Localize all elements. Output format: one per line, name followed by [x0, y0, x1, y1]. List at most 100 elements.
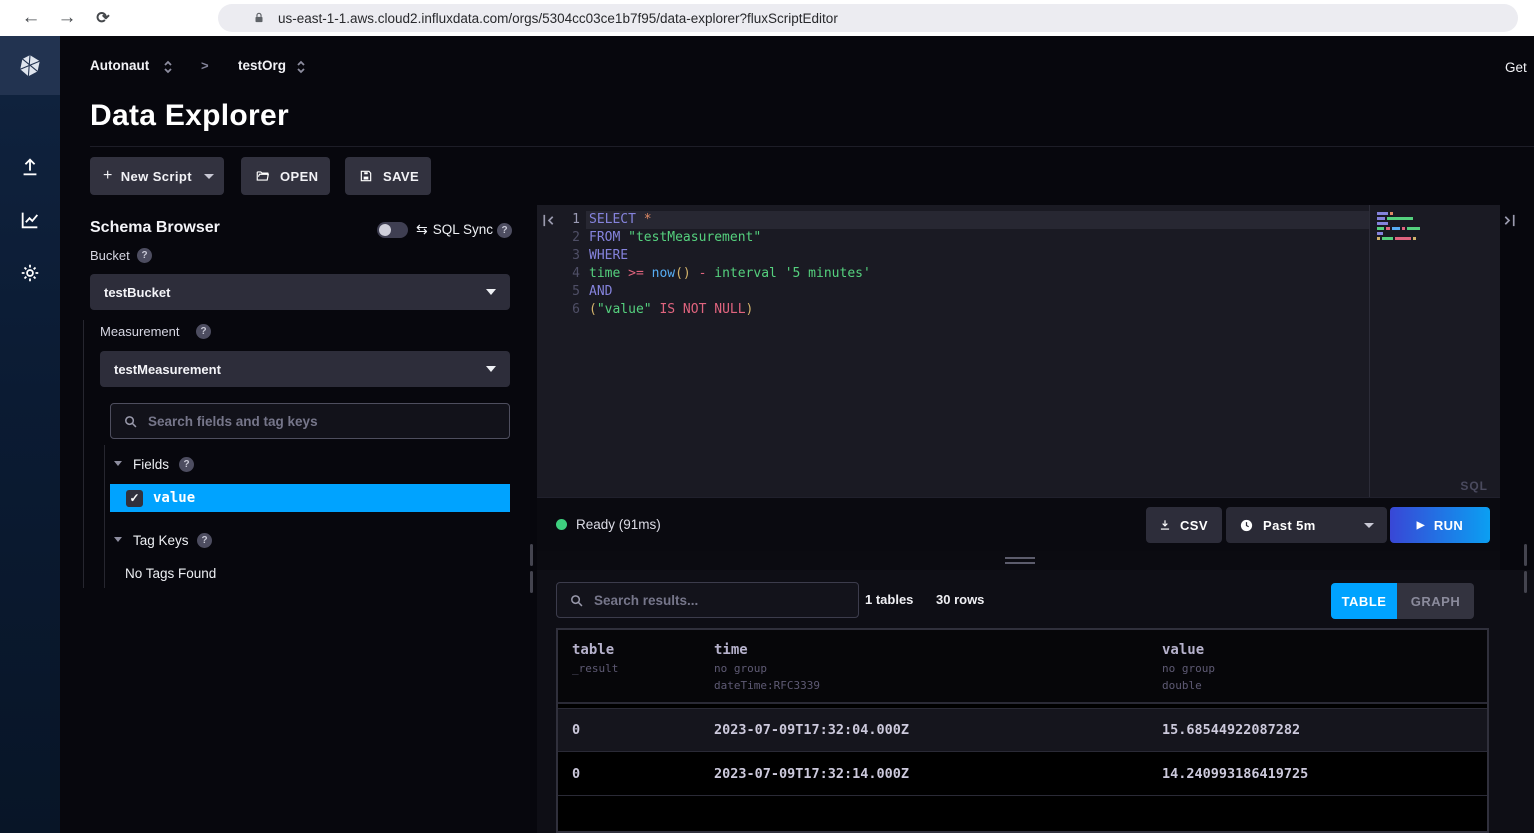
get-link[interactable]: Get [1505, 60, 1527, 75]
panel-resize-handle-right[interactable] [1524, 544, 1527, 593]
run-query-button[interactable]: ▶ RUN [1390, 507, 1490, 543]
clock-icon [1239, 518, 1254, 533]
sync-arrows-icon: ⇆ [416, 221, 428, 237]
app-sidebar: ? [0, 36, 60, 833]
csv-download-button[interactable]: CSV [1146, 507, 1222, 543]
measurement-value: testMeasurement [114, 362, 486, 377]
save-label: SAVE [383, 169, 419, 184]
chevron-down-icon [486, 366, 496, 372]
sql-sync-toggle[interactable] [377, 222, 408, 238]
new-script-button[interactable]: + New Script [90, 157, 224, 195]
indent-guide [104, 445, 105, 588]
save-disk-icon [359, 169, 373, 183]
lock-icon [252, 11, 266, 25]
time-range-dropdown[interactable]: Past 5m [1226, 507, 1387, 543]
settings-gear-icon[interactable] [0, 256, 60, 290]
query-status-bar: Ready (91ms) CSV Past 5m ▶ RUN [537, 497, 1500, 551]
tag-keys-expander-icon[interactable] [114, 537, 122, 542]
folder-icon [255, 169, 270, 183]
field-checkbox[interactable]: ✓ [126, 490, 143, 507]
bucket-dropdown[interactable]: testBucket [90, 274, 510, 310]
indent-guide [83, 320, 84, 588]
workspace-switcher-icon[interactable] [296, 59, 306, 80]
data-explorer-graph-icon[interactable] [0, 203, 60, 237]
page-title: Data Explorer [90, 99, 289, 133]
open-button[interactable]: OPEN [241, 157, 330, 195]
no-tags-text: No Tags Found [125, 566, 216, 581]
editor-minimap[interactable] [1377, 212, 1427, 242]
fields-label: Fields [133, 457, 169, 472]
breadcrumb-workspace[interactable]: testOrg [238, 58, 286, 73]
sql-sync-help-icon[interactable]: ? [497, 223, 512, 238]
table-row[interactable]: 02023-07-09T17:32:04.000Z15.685449220872… [558, 708, 1487, 752]
breadcrumb-org[interactable]: Autonaut [90, 58, 149, 73]
results-search-placeholder: Search results... [594, 593, 698, 608]
status-green-dot [556, 519, 567, 530]
rows-count: 30 rows [936, 592, 984, 607]
collapse-right-panel-icon[interactable] [1502, 213, 1517, 233]
chevron-down-icon [204, 174, 214, 179]
bucket-value: testBucket [104, 285, 486, 300]
browser-refresh-icon[interactable]: ⟳ [90, 5, 116, 31]
browser-back-icon[interactable]: ← [18, 5, 44, 31]
bucket-help-icon[interactable]: ? [137, 248, 152, 263]
url-text: us-east-1-1.aws.cloud2.influxdata.com/or… [278, 11, 838, 26]
toggle-knob [379, 224, 391, 236]
chevron-down-icon [1364, 523, 1374, 528]
fields-expander-icon[interactable] [114, 461, 122, 466]
breadcrumb-separator: > [201, 58, 209, 73]
plus-icon: + [103, 167, 113, 185]
tab-graph[interactable]: GRAPH [1397, 583, 1474, 619]
new-script-label: New Script [121, 169, 192, 184]
org-switcher-icon[interactable] [163, 59, 173, 80]
column-header: table_result [572, 642, 714, 702]
panel-resize-handle-left[interactable] [530, 544, 533, 593]
time-range-value: Past 5m [1263, 518, 1364, 533]
fields-help-icon[interactable]: ? [179, 457, 194, 472]
results-table-rows: 02023-07-09T17:32:04.000Z15.685449220872… [558, 708, 1487, 796]
chevron-down-icon [486, 289, 496, 295]
tag-keys-help-icon[interactable]: ? [197, 533, 212, 548]
field-value-label: value [153, 490, 195, 506]
table-row[interactable]: 02023-07-09T17:32:14.000Z14.240993186419… [558, 752, 1487, 796]
results-table-header: table_resulttimeno groupdateTime:RFC3339… [558, 630, 1487, 704]
influxdb-logo[interactable] [0, 36, 60, 95]
schema-search-input[interactable]: Search fields and tag keys [110, 403, 510, 439]
measurement-label: Measurement [100, 324, 179, 339]
download-icon [1158, 518, 1172, 532]
schema-browser-title: Schema Browser [90, 219, 220, 237]
field-item-value[interactable]: ✓ value [110, 484, 510, 512]
results-resize-splitter[interactable] [537, 551, 1500, 570]
measurement-dropdown[interactable]: testMeasurement [100, 351, 510, 387]
editor-language-badge: SQL [1460, 479, 1488, 493]
collapse-left-panel-icon[interactable] [541, 213, 556, 233]
help-icon[interactable]: ? [0, 829, 60, 833]
column-header: valueno groupdouble [1162, 642, 1487, 702]
open-label: OPEN [280, 169, 318, 184]
results-search-input[interactable]: Search results... [556, 582, 859, 618]
code-area[interactable]: SELECT *FROM "testMeasurement"WHEREtime … [586, 211, 1369, 319]
editor-minimap-divider [1369, 205, 1370, 497]
column-header: timeno groupdateTime:RFC3339 [714, 642, 1162, 702]
sql-sync-label: ⇆SQL Sync [416, 221, 493, 238]
csv-label: CSV [1180, 518, 1208, 533]
play-icon: ▶ [1417, 520, 1425, 531]
browser-url-bar[interactable]: us-east-1-1.aws.cloud2.influxdata.com/or… [218, 4, 1518, 32]
measurement-help-icon[interactable]: ? [196, 324, 211, 339]
results-table: table_resulttimeno groupdateTime:RFC3339… [556, 628, 1489, 833]
save-button[interactable]: SAVE [345, 157, 431, 195]
tab-table[interactable]: TABLE [1331, 583, 1397, 619]
status-message: Ready (91ms) [576, 517, 661, 532]
upload-icon[interactable] [0, 150, 60, 184]
title-divider [90, 146, 1534, 147]
line-numbers: 123456 [558, 211, 580, 319]
sql-editor[interactable]: 123456 SELECT *FROM "testMeasurement"WHE… [537, 205, 1500, 497]
bucket-label: Bucket [90, 248, 130, 263]
browser-forward-icon[interactable]: → [54, 5, 80, 31]
tag-keys-label: Tag Keys [133, 533, 189, 548]
search-icon [569, 593, 584, 608]
results-panel: Search results... 1 tables 30 rows TABLE… [537, 570, 1534, 833]
schema-search-placeholder: Search fields and tag keys [148, 414, 318, 429]
tables-count: 1 tables [865, 592, 913, 607]
run-label: RUN [1434, 518, 1463, 533]
